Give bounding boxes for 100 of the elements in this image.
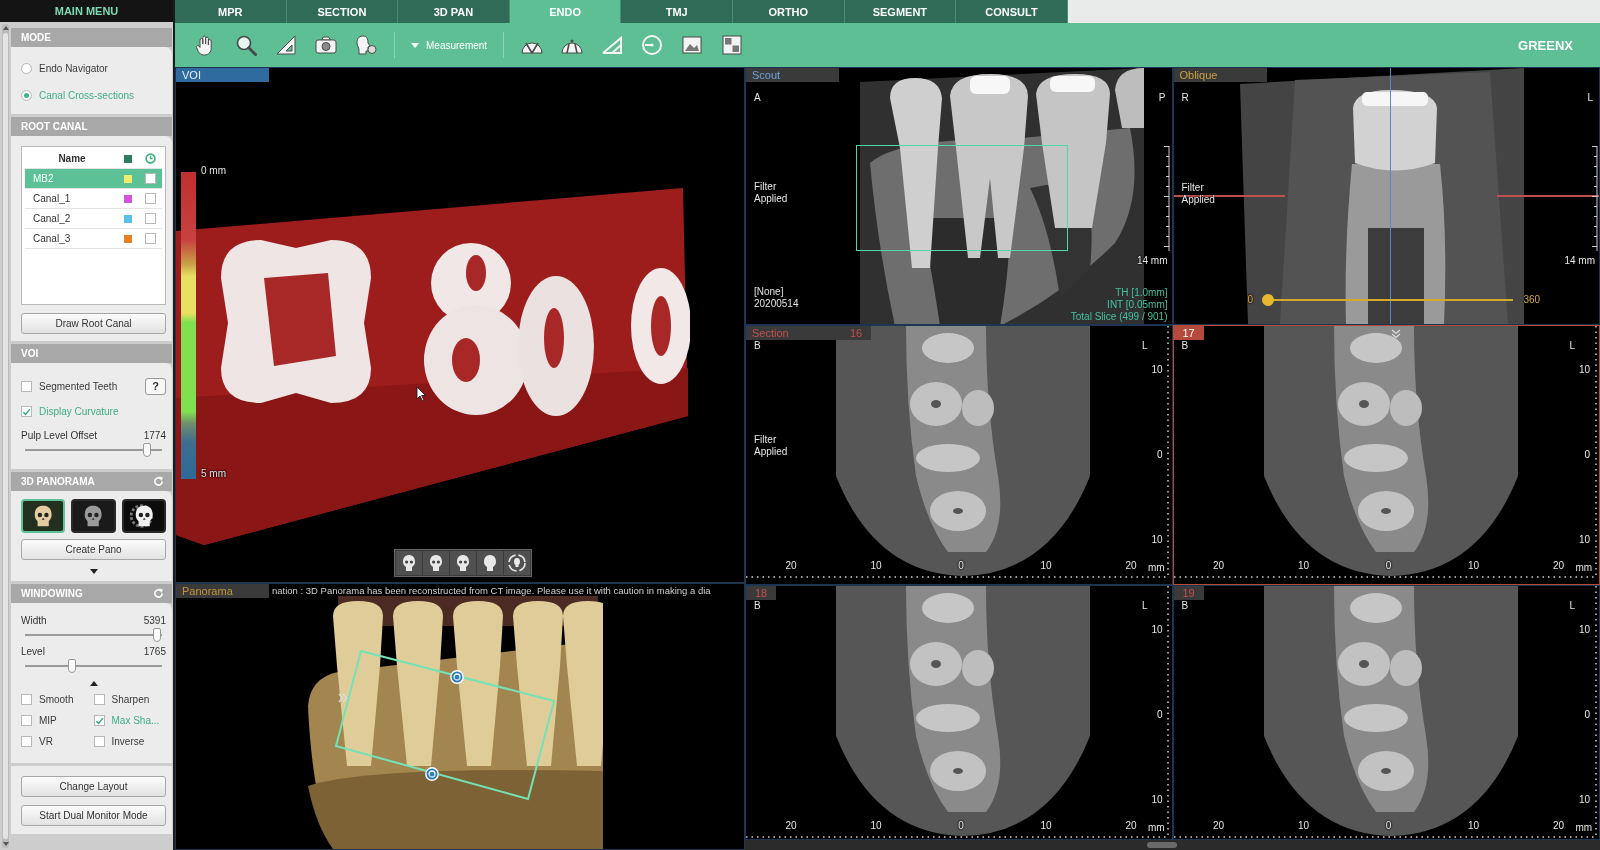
change-layout-button[interactable]: Change Layout xyxy=(21,776,166,797)
axis-tick-label: 10 xyxy=(1578,794,1590,806)
head-icon[interactable] xyxy=(354,33,378,57)
view-title[interactable]: Scout xyxy=(746,68,839,82)
draw-root-canal-button[interactable]: Draw Root Canal xyxy=(21,313,166,334)
camera-icon[interactable] xyxy=(314,33,338,57)
tab[interactable]: 3D PAN xyxy=(398,0,510,23)
slider-value: 5391 xyxy=(143,615,166,626)
view-title[interactable]: Oblique xyxy=(1173,68,1267,82)
canal-name: Canal_2 xyxy=(33,213,72,224)
view-button[interactable] xyxy=(423,551,449,575)
refresh-icon[interactable] xyxy=(153,476,164,487)
radio-label: Endo Navigator xyxy=(39,62,108,74)
ruler-triangle-icon[interactable] xyxy=(274,33,298,57)
checkbox[interactable] xyxy=(93,693,105,705)
orientation-label: P xyxy=(1158,92,1166,104)
region-frame[interactable] xyxy=(856,145,1068,251)
render-thumbnail[interactable] xyxy=(21,499,66,533)
checkbox[interactable] xyxy=(93,735,105,747)
dual-monitor-button[interactable]: Start Dual Monitor Mode xyxy=(21,805,166,826)
info-text: [None] xyxy=(754,286,785,298)
checkbox-label: Smooth xyxy=(39,693,74,705)
angle-icon[interactable] xyxy=(600,33,625,57)
view-title[interactable]: VOI xyxy=(176,68,269,82)
axis-tick-label: 20 xyxy=(1212,560,1225,572)
list-row[interactable]: Canal_2 xyxy=(25,209,162,229)
orientation-label: L xyxy=(1569,340,1576,352)
slider-thumb[interactable] xyxy=(152,628,161,642)
orientation-label: B xyxy=(1181,340,1189,352)
slider-thumb[interactable] xyxy=(67,659,76,673)
caret-up-icon[interactable] xyxy=(89,681,98,686)
view-button[interactable] xyxy=(477,551,503,575)
orientation-label: B xyxy=(1181,600,1189,612)
circle-icon[interactable] xyxy=(640,33,665,57)
selection-frame[interactable] xyxy=(334,648,557,802)
checkbox-label: Segmented Teeth xyxy=(39,380,118,392)
axis-tick-label: 0 xyxy=(1156,709,1163,721)
checkbox[interactable] xyxy=(21,693,32,705)
refresh-icon[interactable] xyxy=(153,588,164,599)
render-thumbnail[interactable] xyxy=(71,499,116,533)
axis-tick-label: 10 xyxy=(1151,364,1163,376)
filter-label: Filter Applied xyxy=(1181,182,1216,206)
checkbox[interactable] xyxy=(93,714,105,726)
radio-button[interactable] xyxy=(21,62,32,74)
tab[interactable]: SEGMENT xyxy=(844,0,957,23)
search-icon[interactable] xyxy=(234,33,258,57)
orientation-label: B xyxy=(754,340,761,352)
rotate-handle-icon[interactable] xyxy=(450,670,464,684)
checkbox[interactable] xyxy=(145,173,156,184)
axis-tick-label: 20 xyxy=(1212,820,1225,832)
clock-icon xyxy=(145,153,156,164)
axis-tick-label: 10 xyxy=(1578,364,1590,376)
tab[interactable]: MPR xyxy=(175,0,287,23)
checkbox[interactable] xyxy=(145,233,156,244)
rotate-handle-icon[interactable] xyxy=(425,767,439,781)
radio-button[interactable] xyxy=(21,89,32,101)
render-thumbnail[interactable] xyxy=(121,499,166,533)
axis-tick-label: 0 xyxy=(1385,560,1392,572)
list-row[interactable]: Canal_1 xyxy=(25,189,162,209)
checkbox[interactable] xyxy=(21,405,32,417)
axis-tick-label: 20 xyxy=(785,560,797,572)
checkbox[interactable] xyxy=(145,213,156,224)
tab[interactable]: CONSULT xyxy=(956,0,1068,23)
slider-thumb[interactable] xyxy=(142,443,151,457)
section-title: ROOT CANAL xyxy=(21,121,88,132)
caret-down-icon[interactable] xyxy=(89,569,98,574)
create-pano-button[interactable]: Create Pano xyxy=(21,539,166,560)
view-button[interactable] xyxy=(450,551,476,575)
view-button[interactable] xyxy=(396,551,422,575)
checkbox[interactable] xyxy=(21,714,32,726)
axis-tick-label: 0 xyxy=(958,560,964,572)
image-icon[interactable] xyxy=(680,33,705,57)
list-row[interactable]: Canal_3 xyxy=(25,229,162,249)
axis-tick-label: 10 xyxy=(1297,820,1310,832)
tab[interactable]: SECTION xyxy=(286,0,399,23)
tab[interactable]: ORTHO xyxy=(732,0,845,23)
checkbox[interactable] xyxy=(21,735,32,747)
reference-line[interactable] xyxy=(1389,68,1391,324)
scrollbar[interactable] xyxy=(745,840,1600,850)
double-chevron-icon[interactable] xyxy=(1390,329,1401,339)
axis-tick-label: 0 xyxy=(1385,820,1392,832)
info-text: INT [0.05mm] xyxy=(1107,299,1168,311)
tab[interactable]: TMJ xyxy=(621,0,733,23)
checkbox[interactable] xyxy=(21,380,32,392)
grid-icon[interactable] xyxy=(720,33,745,57)
slider-max-label: 360 xyxy=(1523,294,1541,306)
checkbox[interactable] xyxy=(145,193,156,204)
checkbox-label: VR xyxy=(39,735,53,747)
filter-label: Filter Applied xyxy=(754,434,789,458)
slice-number[interactable]: 17 xyxy=(1173,326,1204,340)
reference-line[interactable] xyxy=(1173,195,1285,197)
view-title[interactable]: Panorama xyxy=(176,584,269,598)
double-chevron-icon[interactable] xyxy=(338,693,348,703)
view-button[interactable] xyxy=(504,551,530,575)
axis-tick-label: 10 xyxy=(1297,560,1310,572)
scrollbar-thumb[interactable] xyxy=(1146,842,1177,848)
radio-label: Canal Cross-sections xyxy=(39,89,135,101)
checkbox-label: Display Curvature xyxy=(39,405,119,417)
help-button[interactable]: ? xyxy=(145,377,166,395)
canal-name: Canal_1 xyxy=(33,193,72,204)
